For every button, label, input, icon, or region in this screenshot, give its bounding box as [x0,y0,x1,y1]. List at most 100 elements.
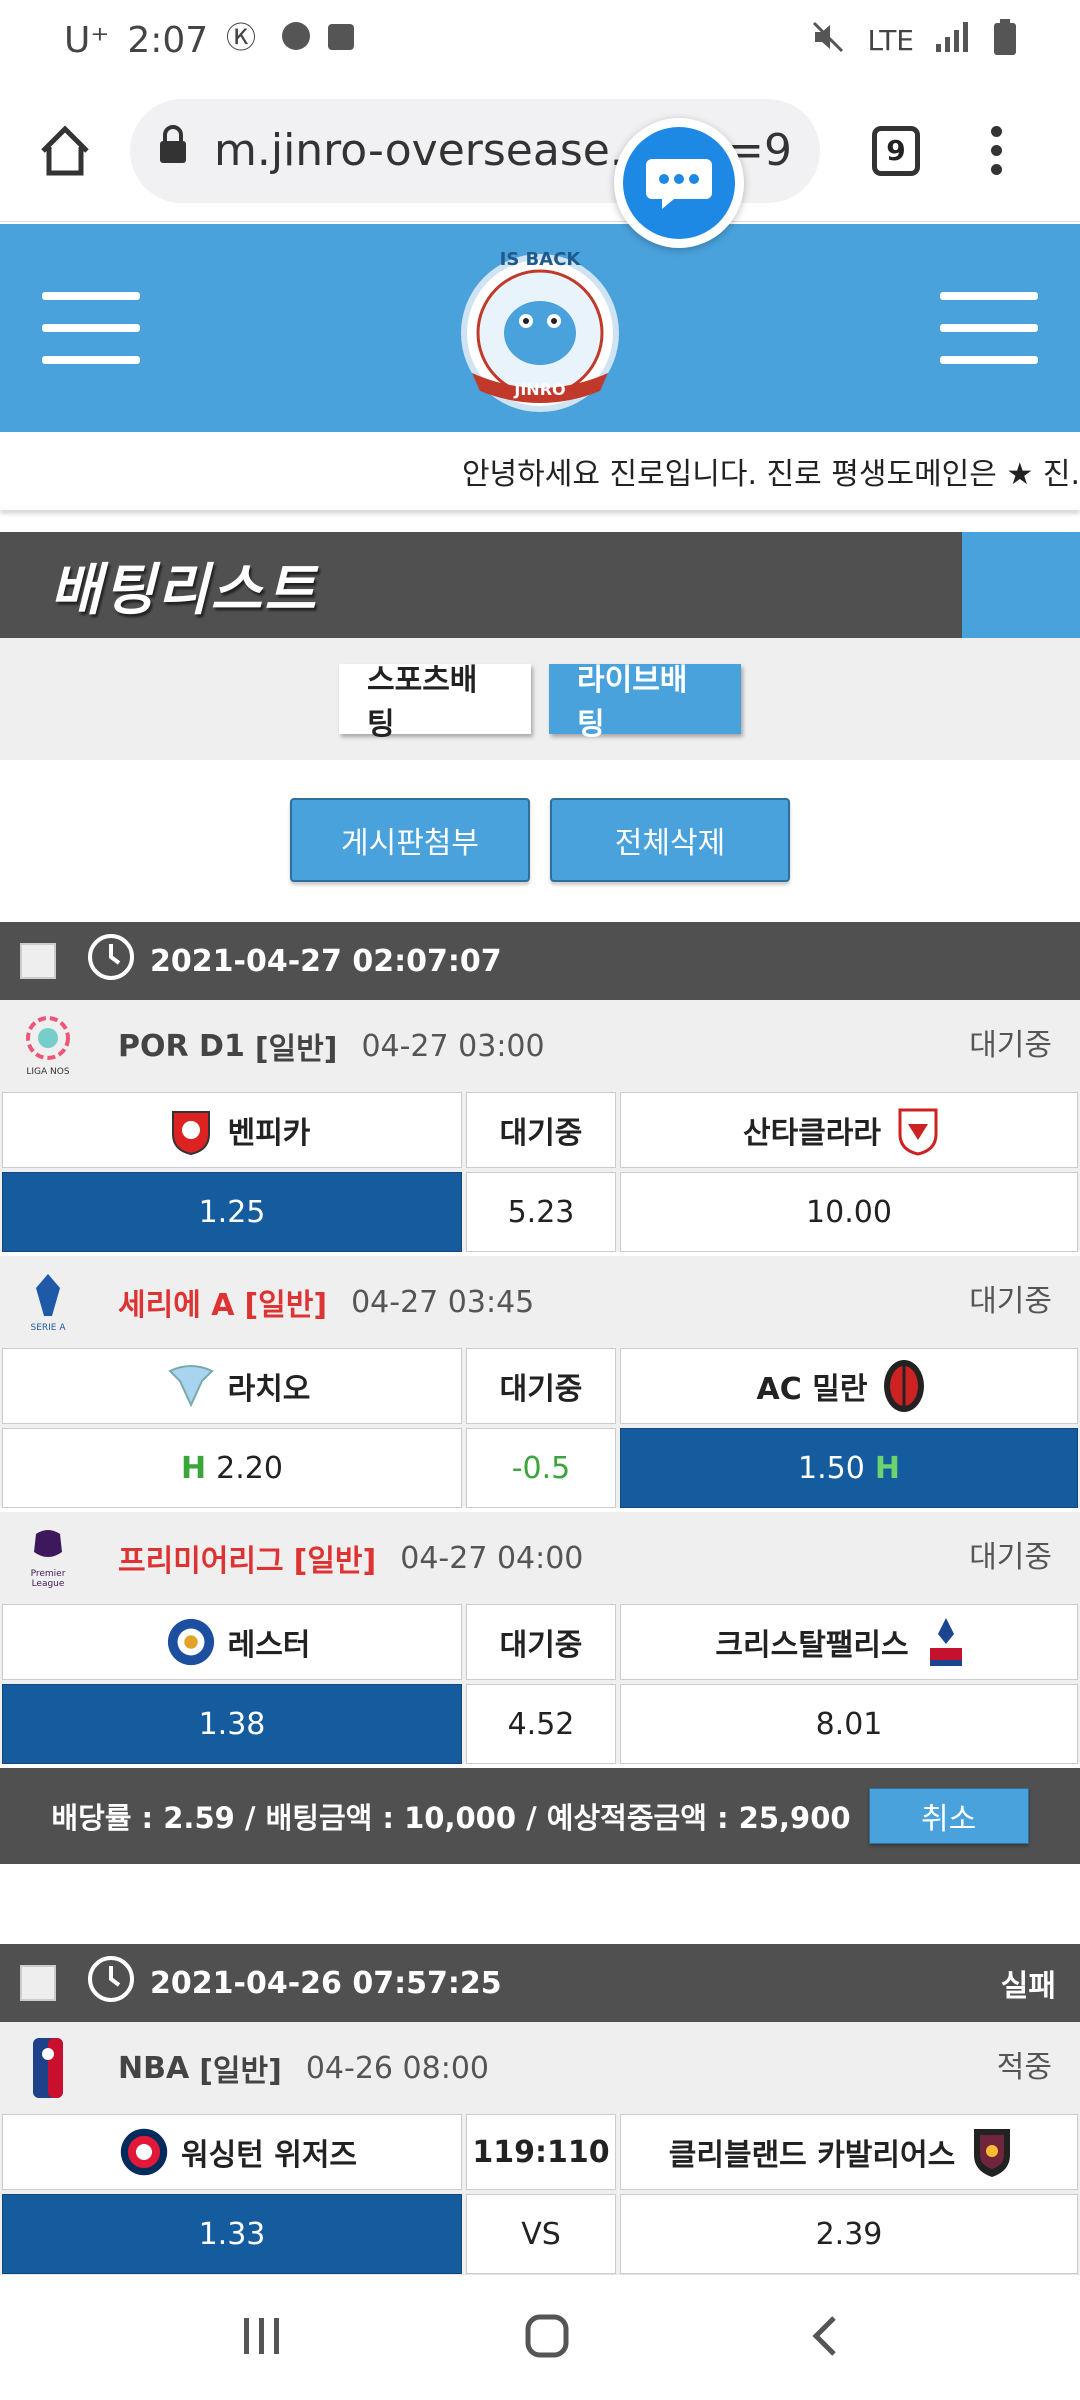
slip-summary: 배당률 : 2.59 / 배팅금액 : 10,000 / 예상적중금액 : 25… [0,1768,1080,1864]
slip-checkbox[interactable] [20,1965,56,2001]
league-row: LIGA NOS POR D1 [일반] 04-27 03:00 대기중 [0,1000,1080,1092]
svg-text:SERIE A: SERIE A [30,1323,66,1333]
odds-home-button[interactable]: 1.33 [2,2194,462,2274]
league-row: SERIE A 세리에 A [일반] 04-27 03:45 대기중 [0,1256,1080,1348]
league-name: POR D1 [118,1028,245,1064]
home-icon[interactable] [34,120,96,182]
away-team: 산타클라라 [620,1092,1078,1168]
game-status: 대기중 [969,1028,1052,1063]
odds-draw-button[interactable]: 5.23 [466,1172,616,1252]
home-team: 워싱턴 위저즈 [2,2114,462,2190]
handicap-line[interactable]: -0.5 [466,1428,616,1508]
away-team-name: 산타클라라 [743,1116,881,1151]
recent-apps-icon[interactable] [240,2316,284,2360]
home-team-name: 벤피카 [227,1116,311,1151]
svg-text:JINRO: JINRO [513,380,565,399]
away-team-name: AC 밀란 [756,1372,868,1407]
mute-icon [811,20,845,61]
ac-milan-crest-icon [879,1359,929,1413]
handicap-value: -0.5 [511,1450,571,1486]
game-time: 04-27 04:00 [400,1540,584,1576]
svg-text:LIGA NOS: LIGA NOS [26,1067,69,1077]
teams-row: 라치오 대기중 AC 밀란 [0,1348,1080,1424]
back-icon[interactable] [810,2314,840,2362]
handicap-mark: H [874,1450,900,1486]
game-status: 대기중 [969,1540,1052,1575]
odds-away-button[interactable]: 8.01 [620,1684,1078,1764]
league-name: NBA [118,2050,190,2086]
page-title: 배팅리스트 [50,557,318,623]
right-menu-icon[interactable] [940,292,1038,364]
battery-icon [994,18,1016,62]
title-accent [962,532,1080,638]
svg-text:IS BACK: IS BACK [500,249,582,270]
cancel-bet-button[interactable]: 취소 [868,1788,1029,1844]
game-type: [일반] [199,2054,282,2089]
cavaliers-crest-icon [967,2125,1017,2179]
odds-away-button[interactable]: 10.00 [620,1172,1078,1252]
odds-row: H 2.20 -0.5 1.50 H [0,1428,1080,1508]
tab-sports-betting[interactable]: 스포츠배팅 [339,663,531,742]
svg-text:League: League [32,1579,65,1589]
slip-header: 2021-04-26 07:57:25 실패 [0,1944,1080,2022]
odds-value: 2.20 [216,1450,283,1486]
premier-league-logo-icon: Premier League [22,1524,74,1592]
left-menu-icon[interactable] [42,292,140,364]
clock-icon [86,1954,136,2012]
game-item: SERIE A 세리에 A [일반] 04-27 03:45 대기중 라치오 대… [0,1256,1080,1508]
teams-row: 레스터 대기중 크리스탈팰리스 [0,1604,1080,1680]
slip-checkbox[interactable] [20,943,56,979]
league-row: Premier League 프리미어리그 [일반] 04-27 04:00 대기… [0,1512,1080,1604]
league-name: 프리미어리그 [118,1544,284,1579]
delete-all-button[interactable]: 전체삭제 [550,798,790,882]
odds-home-button[interactable]: H 2.20 [2,1428,462,1508]
odds-home-button[interactable]: 1.25 [2,1172,462,1252]
slip-status: 실패 [1000,1969,1056,2004]
match-state: 대기중 [466,1092,616,1168]
wizards-crest-icon [119,2125,169,2179]
jinro-logo[interactable]: JINRO IS BACK [450,233,630,423]
lock-icon [158,125,188,176]
game-time: 04-27 03:45 [351,1284,535,1320]
odds-away-button[interactable]: 2.39 [620,2194,1078,2274]
more-menu-icon[interactable] [984,126,1008,175]
slip-datetime: 2021-04-26 07:57:25 [150,1965,502,2001]
home-nav-icon[interactable] [524,2313,570,2363]
notice-ticker: 안녕하세요 진로입니다. 진로 평생도메인은 ★ 진. [0,432,1080,510]
chat-bubble-button[interactable] [614,118,744,248]
home-team-name: 라치오 [227,1372,311,1407]
status-bar: U⁺ 2:07 Ⓚ LTE [0,0,1080,80]
serie-a-logo-icon: SERIE A [22,1268,74,1336]
notification-icons: Ⓚ [226,18,356,63]
game-type: [일반] [293,1544,377,1579]
home-team: 라치오 [2,1348,462,1424]
santa-clara-crest-icon [893,1103,943,1157]
clock-time: 2:07 [127,19,209,61]
odds-away-button[interactable]: 1.50 H [620,1428,1078,1508]
game-item: LIGA NOS POR D1 [일반] 04-27 03:00 대기중 벤피카… [0,1000,1080,1252]
game-type: [일반] [254,1032,338,1067]
attach-to-board-button[interactable]: 게시판첨부 [290,798,530,882]
home-team-name: 워싱턴 위저즈 [180,2138,358,2173]
summary-text: 배당률 : 2.59 / 배팅금액 : 10,000 / 예상적중금액 : 25… [51,1801,851,1835]
away-team-name: 크리스탈팰리스 [715,1628,909,1663]
odds-home-button[interactable]: 1.38 [2,1684,462,1764]
league-row: NBA [일반] 04-26 08:00 적중 [0,2022,1080,2114]
home-team: 벤피카 [2,1092,462,1168]
odds-value: 1.50 [798,1450,865,1486]
odds-row: 1.38 4.52 8.01 [0,1684,1080,1764]
tab-switcher-button[interactable]: 9 [872,125,920,176]
game-item: Premier League 프리미어리그 [일반] 04-27 04:00 대기… [0,1512,1080,1764]
odds-draw-button[interactable]: 4.52 [466,1684,616,1764]
system-nav-bar [0,2274,1080,2400]
bet-type-tabs: 스포츠배팅 라이브배팅 [0,638,1080,760]
home-team: 레스터 [2,1604,462,1680]
url-text: m.jinro-oversease.c [214,125,648,176]
slip-datetime: 2021-04-27 02:07:07 [150,943,502,979]
match-state: 대기중 [466,1348,616,1424]
ticker-text: 안녕하세요 진로입니다. 진로 평생도메인은 ★ 진. [461,457,1080,492]
liga-nos-logo-icon: LIGA NOS [22,1012,74,1080]
slip-header: 2021-04-27 02:07:07 [0,922,1080,1000]
tab-live-betting[interactable]: 라이브배팅 [549,663,741,742]
away-team: AC 밀란 [620,1348,1078,1424]
